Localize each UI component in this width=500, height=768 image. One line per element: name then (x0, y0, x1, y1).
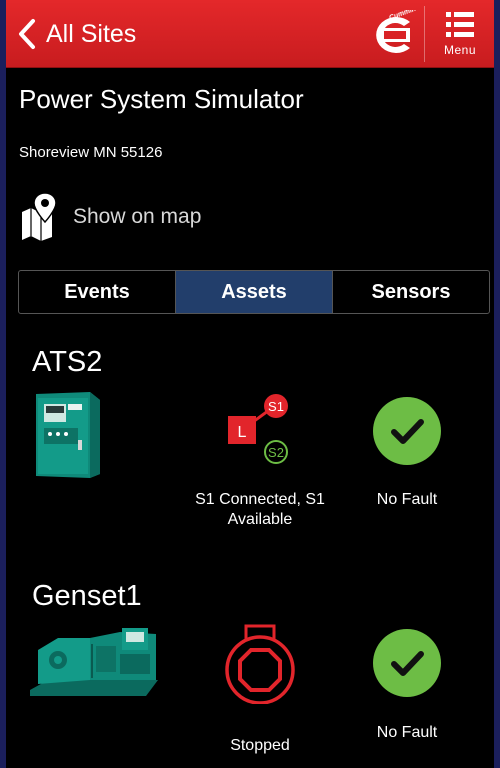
site-address: Shoreview MN 55126 (19, 144, 163, 161)
check-circle-icon (372, 396, 442, 466)
header-divider (424, 6, 425, 62)
map-pin-icon (22, 192, 57, 241)
menu-label: Menu (443, 43, 477, 57)
load-label: L (238, 424, 247, 441)
fault-status: No Fault (376, 491, 438, 508)
brand-logo: Cummins (360, 4, 421, 58)
map-link-label: Show on map (73, 205, 202, 228)
fault-status: No Fault (376, 724, 438, 741)
back-label: All Sites (46, 19, 137, 48)
check-circle-icon (372, 628, 442, 698)
asset-name: ATS2 (32, 346, 103, 378)
site-title: Power System Simulator (19, 84, 304, 114)
status-line: S1 Connected, S1 (195, 491, 325, 508)
tab-events[interactable]: Events (19, 271, 176, 313)
app-frame: All Sites Cummins Menu Power System Simu… (6, 0, 494, 768)
asset-status: S1 Connected, S1 Available (180, 490, 340, 530)
ats-cabinet-image (30, 390, 102, 478)
transfer-switch-icon: L S1 S2 (224, 394, 296, 464)
status-line: Available (227, 511, 293, 528)
genset-image (28, 624, 160, 698)
source-1-label: S1 (268, 399, 284, 414)
back-button[interactable]: All Sites (16, 10, 136, 58)
show-on-map-link[interactable]: Show on map (19, 192, 201, 242)
chevron-left-icon (19, 19, 35, 49)
tab-sensors[interactable]: Sensors (333, 271, 489, 313)
source-2-label: S2 (268, 445, 284, 460)
app-header: All Sites Cummins Menu (6, 0, 494, 68)
section-tabs: Events Assets Sensors (18, 270, 490, 314)
tab-assets[interactable]: Assets (176, 271, 333, 313)
asset-status: Stopped (230, 737, 290, 754)
stop-icon (224, 624, 296, 705)
asset-name: Genset1 (32, 580, 142, 612)
menu-button[interactable]: Menu (430, 6, 490, 64)
list-menu-icon (446, 12, 474, 37)
